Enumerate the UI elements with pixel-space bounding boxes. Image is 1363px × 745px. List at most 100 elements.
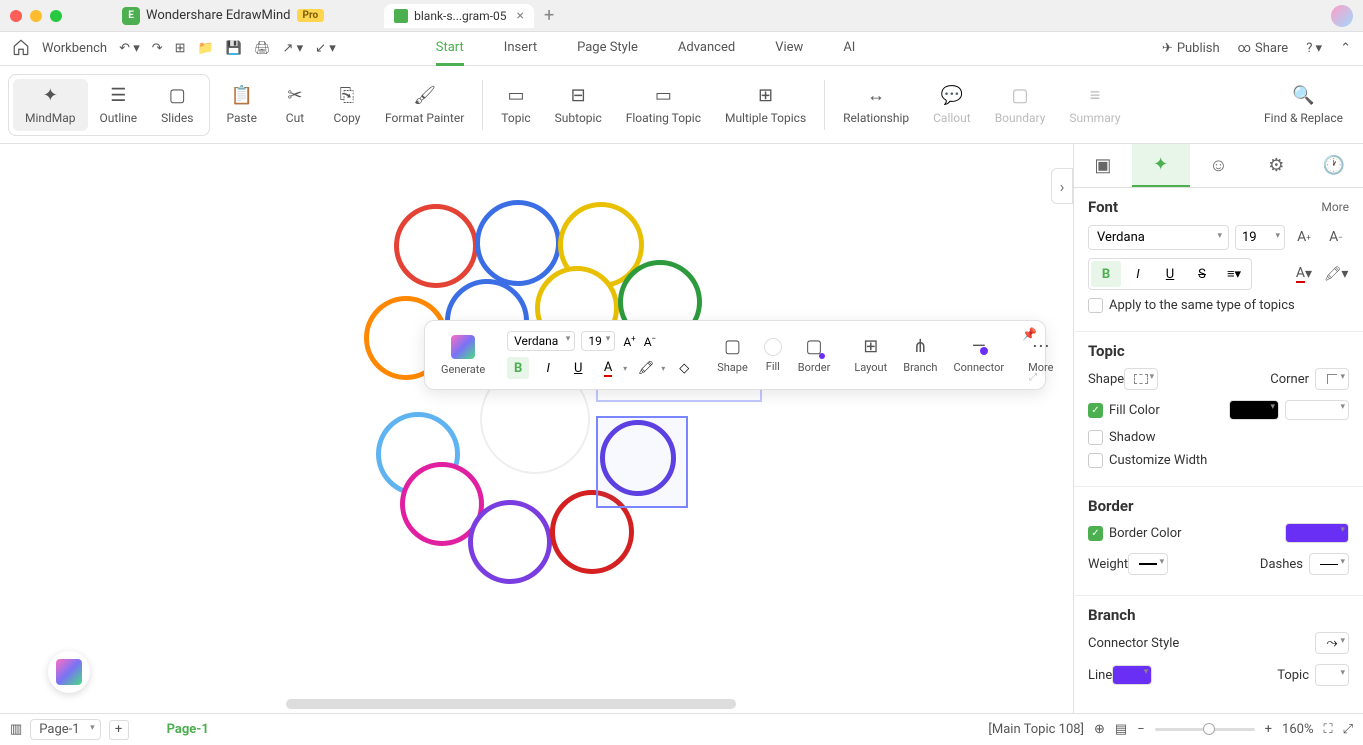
floating-topic-button[interactable]: ▭Floating Topic <box>614 79 713 131</box>
add-page-button[interactable]: + <box>109 720 129 740</box>
layout-button[interactable]: ⊞Layout <box>846 325 895 385</box>
layers-icon[interactable]: ▤ <box>1115 722 1127 737</box>
mindmap-node[interactable] <box>394 204 478 288</box>
import-icon[interactable]: ↙ ▾ <box>315 41 336 56</box>
panel-tab-history[interactable]: 🕐 <box>1305 144 1363 187</box>
fit-icon[interactable]: ⛶ <box>1323 722 1332 737</box>
fill-button[interactable]: Fill <box>756 325 790 385</box>
border-color-checkbox[interactable]: ✓ <box>1088 526 1103 541</box>
bold-button[interactable]: B <box>1091 261 1121 287</box>
fill-color-checkbox[interactable]: ✓ <box>1088 403 1103 418</box>
print-icon[interactable]: 🖨 <box>254 41 271 56</box>
fullscreen-icon[interactable]: ⤢ <box>1343 722 1353 737</box>
horizontal-scrollbar[interactable] <box>286 699 736 709</box>
expand-toolbar-icon[interactable]: ⤢ <box>1029 372 1037 383</box>
mindmap-node[interactable] <box>475 200 561 286</box>
connector-button[interactable]: —Connector <box>945 325 1012 385</box>
highlight-button[interactable]: 🖍▾ <box>1323 261 1349 287</box>
decrease-font-icon[interactable]: A− <box>1323 224 1349 250</box>
underline-button[interactable]: U <box>1155 261 1185 287</box>
tab-view[interactable]: View <box>775 32 803 66</box>
open-icon[interactable]: 📁 <box>198 41 214 56</box>
format-painter-button[interactable]: 🖌Format Painter <box>373 79 476 131</box>
connector-style-select[interactable]: ⤳ <box>1315 632 1349 654</box>
topic-button[interactable]: ▭Topic <box>489 79 542 131</box>
document-tab[interactable]: blank-s...gram-05 × <box>384 4 534 28</box>
tab-page-style[interactable]: Page Style <box>577 32 638 66</box>
custom-width-checkbox[interactable] <box>1088 453 1103 468</box>
font-size-select[interactable]: 19 <box>1235 225 1285 250</box>
highlight-button[interactable]: 🖍 <box>635 357 657 379</box>
tab-start[interactable]: Start <box>436 32 464 66</box>
collapse-panel-icon[interactable]: › <box>1051 168 1073 204</box>
summary-button[interactable]: ≡Summary <box>1057 79 1132 131</box>
corner-select[interactable] <box>1315 368 1349 390</box>
panel-tab-settings[interactable]: ⚙ <box>1247 144 1305 187</box>
panel-tab-icons[interactable]: ☺ <box>1190 144 1248 187</box>
mindmap-node[interactable] <box>468 500 552 584</box>
zoom-out-icon[interactable]: − <box>1137 722 1144 737</box>
font-color-button[interactable]: A▾ <box>1291 261 1317 287</box>
font-more[interactable]: More <box>1321 200 1349 214</box>
border-color-swatch[interactable] <box>1285 523 1349 543</box>
minimize-window[interactable] <box>30 10 42 22</box>
maximize-window[interactable] <box>50 10 62 22</box>
italic-button[interactable]: I <box>1123 261 1153 287</box>
font-family-select[interactable]: Verdana <box>507 331 575 351</box>
align-button[interactable]: ≡▾ <box>1219 261 1249 287</box>
mode-outline[interactable]: ☰ Outline <box>88 79 150 131</box>
share-button[interactable]: ∞ Share <box>1238 41 1289 56</box>
close-tab-icon[interactable]: × <box>516 8 523 24</box>
relationship-button[interactable]: ↔Relationship <box>831 79 921 131</box>
subtopic-button[interactable]: ⊟Subtopic <box>543 79 614 131</box>
increase-font-icon[interactable]: A+ <box>621 334 637 349</box>
new-icon[interactable]: ⊞ <box>175 41 186 56</box>
tab-ai[interactable]: AI <box>843 32 855 66</box>
decrease-font-icon[interactable]: A− <box>642 334 658 349</box>
help-icon[interactable]: ? ▾ <box>1306 41 1322 56</box>
line-color-swatch[interactable] <box>1112 665 1152 685</box>
bold-button[interactable]: B <box>507 357 529 379</box>
callout-button[interactable]: 💬Callout <box>921 79 983 131</box>
tab-advanced[interactable]: Advanced <box>678 32 735 66</box>
zoom-value[interactable]: 160% <box>1282 722 1313 737</box>
branch-topic-select[interactable] <box>1315 664 1349 686</box>
user-avatar[interactable] <box>1331 5 1353 27</box>
target-icon[interactable]: ⊕ <box>1094 722 1105 737</box>
mode-mindmap[interactable]: ✦ MindMap <box>13 79 88 131</box>
italic-button[interactable]: I <box>537 357 559 379</box>
copy-button[interactable]: ⎘Copy <box>321 79 373 131</box>
page-tab[interactable]: Page-1 <box>167 722 209 737</box>
home-icon[interactable] <box>12 38 30 60</box>
fill-color-1[interactable] <box>1229 400 1279 420</box>
canvas[interactable]: › Generate Verdana 19 A+ A− B I <box>0 144 1073 713</box>
font-color-button[interactable]: A <box>597 357 619 379</box>
pin-toolbar-icon[interactable]: 📌 <box>1022 327 1037 341</box>
add-tab-button[interactable]: + <box>544 5 554 26</box>
export-icon[interactable]: ↗ ▾ <box>282 41 303 56</box>
tab-insert[interactable]: Insert <box>504 32 537 66</box>
publish-button[interactable]: ✈ Publish <box>1162 41 1220 56</box>
multiple-topics-button[interactable]: ⊞Multiple Topics <box>713 79 818 131</box>
underline-button[interactable]: U <box>567 357 589 379</box>
ai-assistant-button[interactable] <box>48 651 90 693</box>
panel-tab-page[interactable]: ▣ <box>1074 144 1132 187</box>
weight-select[interactable] <box>1128 553 1168 575</box>
save-icon[interactable]: 💾 <box>226 41 242 56</box>
shape-button[interactable]: ▢Shape <box>709 325 756 385</box>
font-size-select[interactable]: 19 <box>581 331 615 351</box>
undo-icon[interactable]: ↶ ▾ <box>119 41 140 56</box>
font-family-select[interactable]: Verdana <box>1088 225 1229 250</box>
strike-button[interactable]: S <box>1187 261 1217 287</box>
workbench-label[interactable]: Workbench <box>42 41 107 56</box>
dashes-select[interactable] <box>1309 553 1349 575</box>
zoom-slider[interactable] <box>1155 728 1255 731</box>
branch-button[interactable]: ⋔Branch <box>895 325 945 385</box>
generate-button[interactable]: Generate <box>433 325 493 385</box>
apply-same-checkbox[interactable] <box>1088 298 1103 313</box>
clear-format-button[interactable]: ◇ <box>673 357 695 379</box>
cut-button[interactable]: ✂Cut <box>269 79 321 131</box>
close-window[interactable] <box>10 10 22 22</box>
collapse-ribbon-icon[interactable]: ⌃ <box>1340 41 1351 56</box>
shadow-checkbox[interactable] <box>1088 430 1103 445</box>
